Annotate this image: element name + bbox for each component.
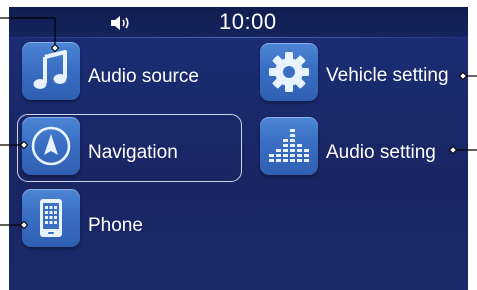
status-bar: 10:00 (9, 7, 468, 37)
menu-item-audio-setting[interactable]: Audio setting (260, 117, 465, 175)
menu-item-vehicle-setting[interactable]: Vehicle setting (260, 43, 465, 101)
phone-label: Phone (88, 215, 143, 236)
menu-item-audio-source[interactable]: Audio source (22, 42, 242, 100)
clock-time: 10:00 (219, 9, 277, 34)
equalizer-icon (269, 129, 309, 162)
status-divider (9, 37, 468, 38)
gear-icon (269, 52, 309, 92)
phone-tile (22, 189, 80, 247)
menu-item-phone[interactable]: Phone (22, 189, 242, 247)
audio-setting-label: Audio setting (326, 142, 436, 163)
navigation-tile (22, 117, 80, 175)
menu-item-navigation[interactable]: Navigation (22, 117, 242, 175)
compass-arrow-icon (31, 126, 71, 166)
audio-setting-tile (260, 117, 318, 175)
vehicle-setting-tile (260, 43, 318, 101)
speaker-volume-icon (111, 16, 129, 30)
phone-keypad-icon (40, 199, 62, 237)
music-note-icon (33, 50, 67, 89)
audio-source-tile (22, 42, 80, 100)
navigation-label: Navigation (88, 142, 178, 163)
vehicle-setting-label: Vehicle setting (326, 65, 449, 86)
head-unit-screen: 10:00 Audio source Navigation Phone Vehi… (9, 7, 468, 290)
audio-source-label: Audio source (88, 66, 199, 87)
